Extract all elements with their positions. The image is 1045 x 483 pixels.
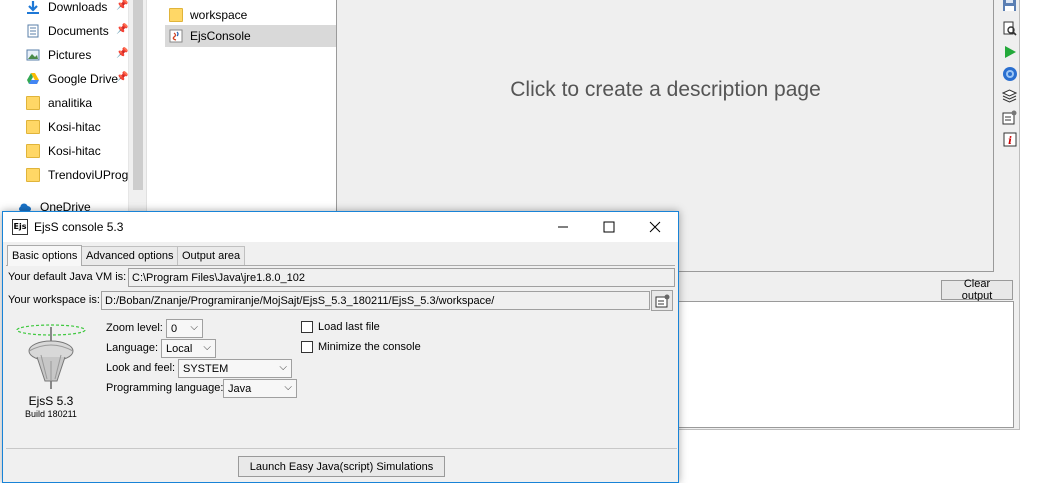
nav-item-documents[interactable]: Documents [26, 21, 109, 41]
explorer-file-list: workspace EjsConsole [146, 0, 337, 212]
zoom-level-select[interactable]: 0 ⌵ [166, 319, 203, 338]
nav-item-label: TrendoviUProgr [48, 168, 128, 182]
title-bar[interactable]: Ejs EjsS console 5.3 [3, 212, 678, 242]
file-item-label: workspace [190, 8, 248, 22]
pin-icon: 📌 [116, 24, 129, 35]
checkbox-box[interactable] [301, 321, 313, 333]
info-icon[interactable]: i [1001, 131, 1018, 148]
nav-item-label: Google Drive [48, 72, 119, 86]
close-icon [649, 221, 661, 233]
programming-language-select[interactable]: Java ⌵ [223, 379, 297, 398]
run-icon[interactable] [1001, 43, 1018, 60]
folder-icon [169, 8, 183, 22]
java-jar-icon [169, 29, 183, 43]
load-last-file-checkbox[interactable]: Load last file [301, 321, 380, 333]
browser-icon[interactable] [1001, 65, 1018, 82]
layers-icon[interactable] [1001, 87, 1018, 104]
look-and-feel-select[interactable]: SYSTEM ⌵ [178, 359, 292, 378]
picture-icon [26, 49, 40, 61]
folder-icon [26, 168, 40, 182]
folder-icon [26, 96, 40, 110]
workspace-field[interactable]: D:/Boban/Znanje/Programiranje/MojSajt/Ej… [101, 291, 650, 310]
tab-basic-options[interactable]: Basic options [7, 245, 83, 266]
document-icon [27, 24, 39, 38]
nav-item-downloads[interactable]: Downloads [26, 0, 107, 17]
nav-item-label: Documents [48, 24, 109, 38]
nav-item-label: Kosi-hitac [48, 120, 101, 134]
launch-ejs-button[interactable]: Launch Easy Java(script) Simulations [238, 456, 445, 477]
minimize-button[interactable] [540, 212, 586, 242]
zoom-level-value: 0 [171, 322, 178, 335]
look-and-feel-label: Look and feel: [106, 362, 176, 374]
options-icon [655, 294, 669, 307]
scrollbar-thumb[interactable] [133, 0, 143, 190]
look-and-feel-value: SYSTEM [183, 362, 229, 375]
nav-item-label: Pictures [48, 48, 92, 62]
programming-language-label: Programming language: [106, 382, 224, 394]
load-last-file-label: Load last file [318, 321, 380, 333]
chevron-down-icon: ⌵ [203, 342, 211, 353]
nav-item-label: Downloads [48, 0, 108, 14]
nav-item-trendovi[interactable]: TrendoviUProgr [26, 165, 128, 185]
logo-build: Build 180211 [25, 409, 77, 419]
logo-name: EjsS 5.3 [28, 394, 74, 408]
window-title: EjsS console 5.3 [34, 220, 124, 234]
file-item-workspace[interactable]: workspace [165, 4, 337, 26]
minimize-icon [558, 226, 568, 228]
ejss-logo [16, 324, 86, 389]
pin-icon: 📌 [116, 48, 129, 59]
options-icon[interactable] [1001, 109, 1018, 126]
nav-scrollbar[interactable] [128, 0, 146, 215]
ejs-app-icon: Ejs [12, 219, 28, 235]
nav-item-kosi-hitac[interactable]: Kosi-hitac [26, 117, 101, 137]
language-label: Language: [106, 342, 158, 354]
minimize-console-label: Minimize the console [318, 341, 421, 353]
folder-icon [26, 120, 40, 134]
clear-output-button[interactable]: Clear output [941, 278, 1013, 302]
checkbox-box[interactable] [301, 341, 313, 353]
pin-icon: 📌 [116, 0, 129, 11]
language-value: Local [166, 342, 193, 355]
ejss-console-window: Ejs EjsS console 5.3 Basic options Advan… [2, 211, 679, 483]
pin-icon: 📌 [116, 72, 129, 83]
minimize-console-checkbox[interactable]: Minimize the console [301, 341, 421, 353]
workspace-label: Your workspace is: [8, 294, 100, 306]
download-icon [27, 1, 39, 14]
java-vm-field[interactable]: C:\Program Files\Java\jre1.8.0_102 [128, 268, 675, 287]
nav-item-analitika[interactable]: analitika [26, 93, 92, 113]
svg-text:i: i [1008, 136, 1012, 147]
chevron-down-icon: ⌵ [190, 322, 198, 333]
nav-item-kosi-hitac-2[interactable]: Kosi-hitac [26, 141, 101, 161]
folder-icon [26, 144, 40, 158]
search-page-icon[interactable] [1001, 20, 1018, 37]
nav-item-pictures[interactable]: Pictures [26, 45, 91, 65]
file-item-label: EjsConsole [190, 29, 251, 43]
chevron-down-icon: ⌵ [279, 362, 287, 373]
maximize-icon [603, 221, 615, 233]
nav-item-label: Kosi-hitac [48, 144, 101, 158]
java-vm-label: Your default Java VM is: [8, 271, 127, 283]
close-button[interactable] [632, 212, 678, 242]
google-drive-icon [27, 73, 39, 84]
file-item-ejsconsole[interactable]: EjsConsole [165, 25, 337, 47]
tab-output-area[interactable]: Output area [177, 246, 246, 265]
programming-language-value: Java [228, 382, 252, 395]
editor-side-toolbar: i [999, 0, 1021, 160]
chevron-down-icon: ⌵ [284, 382, 292, 393]
language-select[interactable]: Local ⌵ [161, 339, 216, 358]
description-placeholder[interactable]: Click to create a description page [337, 78, 994, 102]
nav-item-google-drive[interactable]: Google Drive [26, 69, 118, 89]
tab-advanced-options[interactable]: Advanced options [81, 246, 179, 265]
save-icon[interactable] [1001, 0, 1018, 13]
maximize-button[interactable] [586, 212, 632, 242]
console-bottom-bar: Launch Easy Java(script) Simulations [6, 448, 677, 483]
zoom-level-label: Zoom level: [106, 322, 163, 334]
nav-item-label: analitika [48, 96, 93, 110]
workspace-browse-button[interactable] [651, 290, 673, 311]
